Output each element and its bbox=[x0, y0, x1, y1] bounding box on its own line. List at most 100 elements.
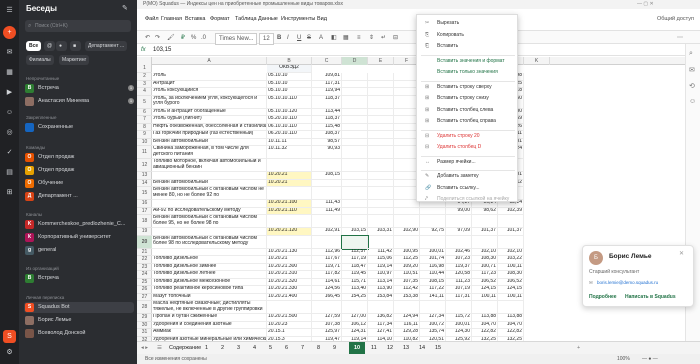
menu-home[interactable]: Главная bbox=[161, 14, 182, 24]
grid-cell[interactable]: 20.15.1 bbox=[267, 329, 312, 337]
grid-cell[interactable]: 106,52 bbox=[498, 278, 524, 286]
grid-cell[interactable] bbox=[368, 80, 394, 88]
close-icon[interactable]: ✕ bbox=[679, 250, 684, 257]
grid-cell[interactable]: 124,30 bbox=[446, 329, 472, 337]
grid-cell[interactable]: 113,88 bbox=[498, 314, 524, 322]
grid-cell[interactable] bbox=[368, 215, 394, 228]
column-header[interactable]: B bbox=[267, 57, 312, 65]
grid-cell[interactable]: 102,10 bbox=[498, 248, 524, 256]
grid-cell[interactable] bbox=[342, 131, 368, 139]
grid-cell[interactable]: 153,84 bbox=[368, 293, 394, 301]
grid-cell[interactable]: Топливо дизельное межсезонное bbox=[152, 278, 267, 286]
grid-cell[interactable] bbox=[342, 95, 368, 109]
grid-cell[interactable]: 100,11 bbox=[472, 293, 498, 301]
grid-cell[interactable]: 135,74 bbox=[420, 329, 446, 337]
grid-cell[interactable]: 119,14 bbox=[368, 263, 394, 271]
grid-cell[interactable]: 118,47 bbox=[342, 263, 368, 271]
calendar-icon[interactable]: ▦ bbox=[3, 66, 16, 79]
grid-cell[interactable] bbox=[312, 159, 342, 172]
decimal-icon[interactable]: .0 bbox=[201, 33, 206, 43]
list-item[interactable]: Анастасия Минеева 1 bbox=[24, 96, 134, 107]
grid-cell[interactable] bbox=[498, 215, 524, 228]
formula-input[interactable]: 103,15 bbox=[153, 45, 171, 56]
list-item[interactable]: В Встреча 1 bbox=[24, 83, 134, 94]
list-item[interactable]: О Обучение bbox=[24, 178, 134, 189]
row-number[interactable]: 2 bbox=[137, 73, 152, 81]
merge-icon[interactable]: ⊟ bbox=[393, 33, 398, 43]
grid-cell[interactable]: Бензин автомобильный с октановым числом … bbox=[152, 215, 267, 228]
grid-cell[interactable]: 104,70 bbox=[472, 321, 498, 329]
grid-cell[interactable] bbox=[368, 207, 394, 215]
grid-cell[interactable]: 115,06 bbox=[368, 256, 394, 264]
grid-cell[interactable] bbox=[368, 187, 394, 200]
grid-cell[interactable]: 118,37 bbox=[312, 95, 342, 109]
grid-cell[interactable]: 10.20.21.300 bbox=[267, 263, 312, 271]
bold-icon[interactable]: B bbox=[277, 33, 281, 43]
grid-cell[interactable]: 109,20 bbox=[394, 263, 420, 271]
grid-cell[interactable]: 119,37 bbox=[446, 263, 472, 271]
row-number[interactable]: 30 bbox=[137, 322, 152, 329]
row-number[interactable]: 3 bbox=[137, 81, 152, 88]
grid-cell[interactable]: 10.20.21.310 bbox=[267, 271, 312, 279]
fill-color-icon[interactable]: ◧ bbox=[331, 33, 337, 43]
row-number[interactable]: 21 bbox=[137, 249, 152, 256]
grid-cell[interactable] bbox=[312, 215, 342, 228]
grid-cell[interactable] bbox=[368, 200, 394, 208]
grid-cell[interactable]: 10.20.21.130 bbox=[267, 248, 312, 256]
grid-cell[interactable]: 112,42 bbox=[394, 286, 420, 294]
grid-cell[interactable] bbox=[342, 80, 368, 88]
grid-cell[interactable]: Газ горючий природный (газ естественный) bbox=[152, 131, 267, 139]
grid-cell[interactable] bbox=[342, 73, 368, 81]
settings-icon[interactable]: ⚙ bbox=[3, 346, 16, 359]
grid-cell[interactable]: Удобрения и соединения азотные bbox=[152, 321, 267, 329]
grid-cell[interactable] bbox=[368, 131, 394, 139]
grid-cell[interactable] bbox=[368, 179, 394, 187]
grid-cell[interactable] bbox=[342, 301, 368, 314]
grid-cell[interactable]: 108,37 bbox=[312, 131, 342, 139]
grid-cell[interactable] bbox=[446, 215, 472, 228]
grid-cell[interactable]: Топливо моторное, включая автомобильный … bbox=[152, 159, 267, 172]
grid-cell[interactable]: 125,97 bbox=[312, 329, 342, 337]
grid-cell[interactable]: 119,45 bbox=[342, 271, 368, 279]
grid-cell[interactable]: Антрацит bbox=[152, 80, 267, 88]
row-number[interactable]: 10 bbox=[137, 139, 152, 146]
grid-cell[interactable]: 110,44 bbox=[420, 271, 446, 279]
grid-cell[interactable] bbox=[368, 146, 394, 159]
column-header[interactable]: A bbox=[152, 57, 267, 65]
grid-cell[interactable]: 107,19 bbox=[446, 286, 472, 294]
grid-cell[interactable]: 107,38 bbox=[312, 321, 342, 329]
video-icon[interactable]: ▶ bbox=[3, 86, 16, 99]
grid-cell[interactable]: 115,71 bbox=[342, 278, 368, 286]
grid-cell[interactable] bbox=[498, 301, 524, 314]
grid-cell[interactable]: 99,00 bbox=[446, 207, 472, 215]
borders-icon[interactable]: ▦ bbox=[343, 33, 349, 43]
row-number[interactable]: 24 bbox=[137, 271, 152, 279]
list-item[interactable]: Всеволод Донской bbox=[24, 328, 134, 339]
contacts-icon[interactable]: ☺ bbox=[3, 106, 16, 119]
grid-cell[interactable]: 108,15 bbox=[312, 172, 342, 180]
grid-cell[interactable] bbox=[420, 301, 446, 314]
grid-cell[interactable]: 92,75 bbox=[420, 228, 446, 236]
grid-cell[interactable] bbox=[394, 207, 420, 215]
grid-cell[interactable] bbox=[420, 235, 446, 249]
row-number[interactable]: 29 bbox=[137, 314, 152, 322]
strike-icon[interactable]: S bbox=[307, 33, 311, 43]
grid-cell[interactable]: 111,43 bbox=[312, 200, 342, 208]
filter-branches[interactable]: Филиалы bbox=[26, 55, 54, 65]
grid-cell[interactable]: 115,48 bbox=[312, 123, 342, 131]
grid-cell[interactable]: 113,90 bbox=[368, 286, 394, 294]
zoom-level[interactable]: 100% bbox=[617, 354, 630, 364]
row-number[interactable]: 17 bbox=[137, 208, 152, 215]
row-number[interactable]: 12 bbox=[137, 159, 152, 172]
grid-cell[interactable]: 06.10.10.110 bbox=[267, 123, 312, 131]
grid-cell[interactable] bbox=[312, 235, 342, 249]
grid-cell[interactable]: 10.20.21.330 bbox=[267, 286, 312, 294]
grid-cell[interactable]: 100,71 bbox=[472, 263, 498, 271]
grid-cell[interactable]: Аи-92 по исследовательскому методу bbox=[152, 207, 267, 215]
share-button[interactable]: Общий доступ bbox=[657, 14, 694, 24]
grid-cell[interactable]: 106,52 bbox=[472, 278, 498, 286]
grid-cell[interactable] bbox=[368, 301, 394, 314]
grid-cell[interactable]: 124,15 bbox=[498, 286, 524, 294]
list-item[interactable]: K Kommercheskoe_predlozhenie_C... bbox=[24, 219, 134, 230]
grid-cell[interactable]: 05.10.10 bbox=[267, 88, 312, 96]
